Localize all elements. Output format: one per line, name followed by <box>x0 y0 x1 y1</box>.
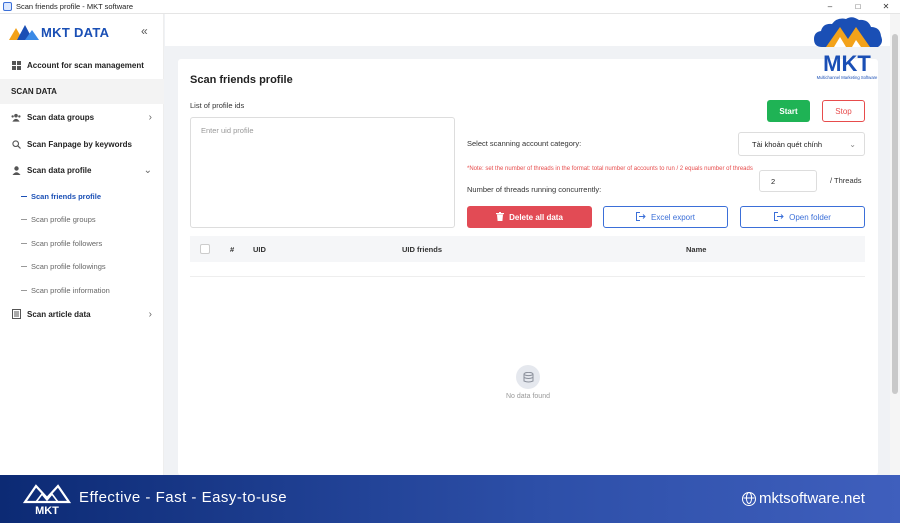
column-uid-friends: UID friends <box>402 245 443 254</box>
chevron-down-icon: ⌄ <box>849 139 856 149</box>
sidebar-subitem-scan-friends-profile[interactable]: Scan friends profile <box>0 185 164 207</box>
delete-all-data-button[interactable]: Delete all data <box>467 206 592 228</box>
chevron-down-icon: ⌄ <box>143 164 152 176</box>
logo-mark-icon <box>9 25 39 40</box>
main-panel: Scan friends profile List of profile ids… <box>178 59 878 475</box>
app-icon <box>3 2 12 11</box>
website-text: mktsoftware.net <box>759 490 865 507</box>
profile-ids-textarea[interactable]: Enter uid profile <box>190 117 455 228</box>
close-button[interactable]: ✕ <box>872 0 900 14</box>
select-all-checkbox[interactable] <box>200 244 210 254</box>
grid-icon <box>11 60 21 70</box>
export-icon <box>774 211 784 223</box>
chevron-right-icon: › <box>148 111 152 123</box>
page-title: Scan friends profile <box>190 74 293 86</box>
threads-input[interactable]: 2 <box>759 170 817 192</box>
button-label: Excel export <box>650 212 696 222</box>
logo-text: MKT DATA <box>41 24 110 40</box>
button-label: Delete all data <box>509 212 563 222</box>
start-button[interactable]: Start <box>767 100 810 122</box>
search-icon <box>11 139 21 149</box>
sidebar-subitem-scan-profile-followers[interactable]: Scan profile followers <box>0 232 164 254</box>
sidebar: MKT DATA « Account for scan management S… <box>0 14 164 475</box>
sidebar-item-scan-data-groups[interactable]: Scan data groups › <box>0 104 164 130</box>
sidebar-subitem-scan-profile-information[interactable]: Scan profile information <box>0 279 164 301</box>
sidebar-subitem-label: Scan profile followers <box>31 238 103 248</box>
table-divider <box>190 276 865 277</box>
footer-logo-text: MKT <box>35 505 59 517</box>
mkt-brand-logo: MKT Multichannel Marketing Software <box>814 17 882 80</box>
brand-name: MKT <box>823 51 871 76</box>
sidebar-item-scan-article-data[interactable]: Scan article data › <box>0 301 164 327</box>
excel-export-button[interactable]: Excel export <box>603 206 728 228</box>
select-value: Tài khoản quét chính <box>752 139 823 149</box>
window-titlebar: Scan friends profile - MKT software – □ … <box>0 0 900 14</box>
sidebar-subitem-label: Scan profile information <box>31 285 110 295</box>
user-icon <box>11 165 21 175</box>
sidebar-subitem-label: Scan profile followings <box>31 261 106 271</box>
window-title: Scan friends profile - MKT software <box>16 2 133 11</box>
account-category-select[interactable]: Tài khoản quét chính ⌄ <box>738 132 865 156</box>
maximize-button[interactable]: □ <box>844 0 872 14</box>
document-icon <box>11 309 21 319</box>
export-icon <box>635 211 646 223</box>
open-folder-button[interactable]: Open folder <box>740 206 865 228</box>
section-scan-data: SCAN DATA <box>0 79 164 104</box>
collapse-sidebar-button[interactable]: « <box>141 24 148 38</box>
empty-text: No data found <box>506 393 550 400</box>
scrollbar-thumb[interactable] <box>892 34 898 394</box>
sidebar-item-account-management[interactable]: Account for scan management <box>0 52 164 78</box>
stop-button[interactable]: Stop <box>822 100 865 122</box>
textarea-placeholder: Enter uid profile <box>201 126 254 135</box>
sidebar-subitem-scan-profile-followings[interactable]: Scan profile followings <box>0 255 164 277</box>
mkt-data-logo: MKT DATA <box>9 22 109 42</box>
sidebar-item-label: Account for scan management <box>27 60 144 70</box>
globe-icon <box>742 491 756 506</box>
database-icon <box>516 365 540 389</box>
sidebar-item-scan-data-profile[interactable]: Scan data profile ⌄ <box>0 157 164 183</box>
footer-logo: MKT <box>22 484 72 517</box>
sidebar-item-scan-fanpage[interactable]: Scan Fanpage by keywords <box>0 131 164 157</box>
sidebar-item-label: Scan Fanpage by keywords <box>27 139 132 149</box>
sidebar-item-label: Scan article data <box>27 309 91 319</box>
sidebar-item-label: Scan data groups <box>27 112 95 122</box>
column-uid: UID <box>253 245 266 254</box>
profile-ids-label: List of profile ids <box>190 101 245 110</box>
chevron-right-icon: › <box>148 308 152 320</box>
sidebar-item-label: Scan data profile <box>27 165 92 175</box>
column-index: # <box>230 245 235 254</box>
trash-icon <box>496 211 505 223</box>
category-label: Select scanning account category: <box>467 139 582 148</box>
users-icon <box>11 112 21 122</box>
button-label: Open folder <box>789 212 831 222</box>
threads-label: Number of threads running concurrently: <box>467 185 602 194</box>
sidebar-subitem-label: Scan profile groups <box>31 214 96 224</box>
column-name: Name <box>686 245 707 254</box>
minimize-button[interactable]: – <box>816 0 844 14</box>
brand-subtitle: Multichannel Marketing Software <box>817 75 878 80</box>
footer-banner: MKT Effective - Fast - Easy-to-use mktso… <box>0 475 900 523</box>
threads-note: *Note: set the number of threads in the … <box>467 166 753 172</box>
sidebar-subitem-label: Scan friends profile <box>31 191 102 201</box>
sidebar-subitem-scan-profile-groups[interactable]: Scan profile groups <box>0 208 164 230</box>
footer-website-link[interactable]: mktsoftware.net <box>742 490 865 507</box>
empty-state: No data found <box>500 365 556 400</box>
footer-tagline: Effective - Fast - Easy-to-use <box>79 489 288 506</box>
table-header: # UID UID friends Name <box>190 236 865 262</box>
top-bar <box>165 14 890 46</box>
vertical-scrollbar[interactable] <box>890 14 900 475</box>
threads-unit: / Threads <box>830 176 862 185</box>
